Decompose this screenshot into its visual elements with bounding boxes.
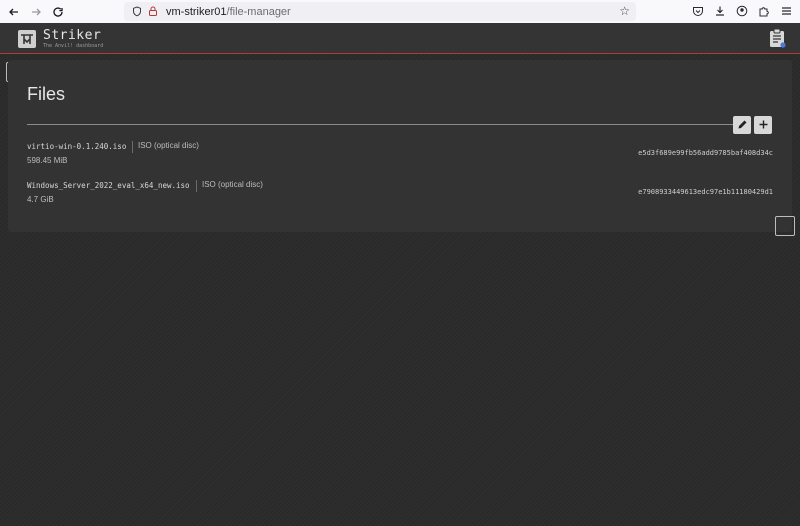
star-icon[interactable]: ☆ — [619, 4, 630, 18]
reload-icon[interactable] — [48, 2, 68, 22]
striker-logo-icon[interactable] — [18, 30, 36, 48]
url-path: /file-manager — [226, 5, 291, 18]
file-type: ISO (optical disc) — [132, 141, 199, 153]
file-size: 4.7 GiB — [27, 195, 54, 204]
files-panel: Files virtio-win-0.1.240.iso ISO (optica… — [8, 60, 792, 232]
file-name[interactable]: Windows_Server_2022_eval_x64_new.iso — [27, 181, 190, 190]
clipboard-icon[interactable] — [768, 28, 786, 48]
page-title: Files — [27, 84, 66, 104]
pencil-icon — [737, 118, 748, 133]
back-icon[interactable] — [4, 2, 24, 22]
title-divider — [27, 124, 739, 125]
file-row[interactable]: Windows_Server_2022_eval_x64_new.iso ISO… — [27, 180, 773, 211]
file-checksum: e7908933449613edc97e1b11180429d1 — [638, 188, 773, 196]
download-icon[interactable] — [712, 3, 728, 19]
lock-icon[interactable] — [146, 5, 160, 19]
account-icon[interactable] — [734, 3, 750, 19]
file-size: 598.45 MiB — [27, 156, 68, 165]
forward-icon[interactable] — [26, 2, 46, 22]
app-header: Striker The Anvil! dashboard — [0, 23, 800, 54]
url-host: vm-striker01 — [166, 5, 227, 18]
add-button[interactable] — [754, 116, 772, 134]
app-subtitle: The Anvil! dashboard — [43, 43, 104, 49]
address-bar[interactable]: vm-striker01/file-manager ☆ — [124, 2, 636, 21]
edit-button[interactable] — [733, 116, 751, 134]
file-row[interactable]: virtio-win-0.1.240.iso ISO (optical disc… — [27, 141, 773, 172]
app-title[interactable]: Striker — [43, 28, 101, 43]
file-checksum: e5d3f689e99fb56add9785baf408d34c — [638, 149, 773, 157]
pocket-icon[interactable] — [690, 3, 706, 19]
browser-toolbar: vm-striker01/file-manager ☆ — [0, 0, 800, 24]
file-name[interactable]: virtio-win-0.1.240.iso — [27, 142, 126, 151]
panel-expand-box[interactable] — [775, 216, 795, 236]
extensions-icon[interactable] — [756, 3, 772, 19]
plus-icon — [758, 118, 769, 133]
hamburger-menu-icon[interactable] — [778, 3, 794, 19]
shield-icon[interactable] — [130, 5, 144, 19]
url-text: vm-striker01/file-manager — [166, 6, 291, 18]
file-type: ISO (optical disc) — [196, 180, 263, 192]
